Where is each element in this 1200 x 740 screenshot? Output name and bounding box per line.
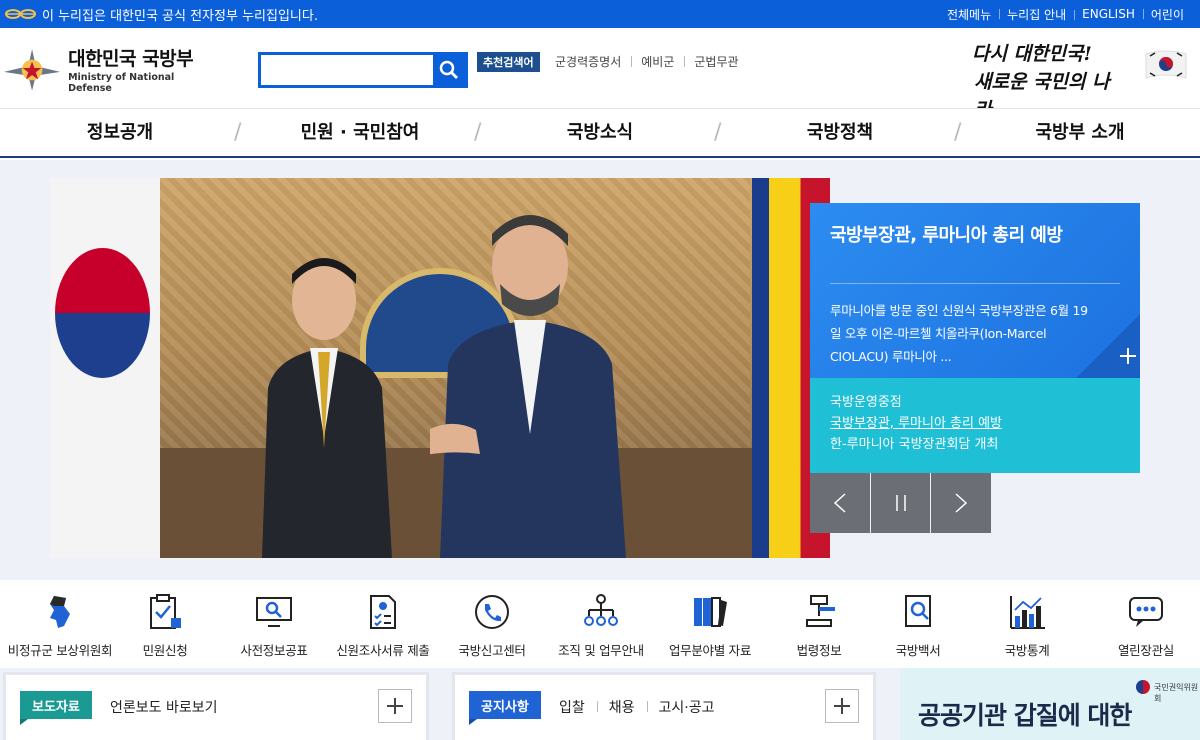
nav-defense-policy[interactable]: 국방정책 <box>714 109 960 156</box>
defense-priorities-panel: 국방운영중점 국방부장관, 루마니아 총리 예방 한-루마니아 국방장관회담 개… <box>810 378 1140 473</box>
org-chart-icon <box>584 594 618 626</box>
taegukgi-icon <box>1145 50 1187 79</box>
nav-defense-news[interactable]: 국방소식 <box>474 109 720 156</box>
search-icon <box>439 60 458 79</box>
sub-news-link[interactable]: 국방부장관, 루마니아 총리 예방 <box>830 413 1120 434</box>
prev-slide-button[interactable] <box>810 473 870 533</box>
plus-icon <box>834 698 850 714</box>
tab-notice[interactable]: 공지사항 <box>469 691 541 725</box>
quick-background-check[interactable]: 신원조사서류 제출 <box>323 592 443 659</box>
recommended-keywords: 군경력증명서 예비군 군법무관 <box>545 53 749 70</box>
mnd-logo[interactable]: 대한민국 국방부 Ministry of National Defense <box>2 42 212 96</box>
sub-category: 국방운영중점 <box>830 395 902 410</box>
headline-more-button[interactable] <box>1076 314 1140 378</box>
book-search-icon <box>905 595 931 627</box>
news-photo[interactable] <box>50 178 830 558</box>
phone-icon <box>475 595 509 629</box>
quick-white-paper[interactable]: 국방백서 <box>858 592 978 659</box>
quick-work-data[interactable]: 업무분야별 자료 <box>650 592 770 659</box>
search-box <box>258 52 468 88</box>
headline-title[interactable]: 국방부장관, 루마니아 총리 예방 <box>830 221 1063 247</box>
search-button[interactable] <box>433 55 465 85</box>
chevron-right-icon <box>955 493 968 513</box>
slide-controls <box>810 473 992 533</box>
utility-links: 전체메뉴 누리집 안내 ENGLISH 어린이 <box>939 0 1192 28</box>
gov-emblem-icon <box>4 7 38 21</box>
tab-bidding[interactable]: 입찰 <box>559 697 597 717</box>
quick-irregular-compensation[interactable]: 비정규군 보상위원회 <box>0 592 120 659</box>
quick-organization[interactable]: 조직 및 업무안내 <box>541 592 661 659</box>
korea-map-icon <box>50 596 70 628</box>
next-slide-button[interactable] <box>931 473 992 533</box>
banner-org: 국민권익위원회 <box>1154 683 1199 703</box>
tab-announcement[interactable]: 고시·공고 <box>646 697 727 717</box>
quick-report-center[interactable]: 국방신고센터 <box>432 592 552 659</box>
binders-icon <box>694 597 727 627</box>
gov-banner-text: 이 누리집은 대한민국 공식 전자정부 누리집입니다. <box>42 8 318 24</box>
notice-category-links: 입찰 채용 고시·공고 <box>559 697 727 717</box>
keyword-link[interactable]: 군법무관 <box>684 53 748 70</box>
monitor-search-icon <box>256 597 292 627</box>
acrc-seal-icon <box>1136 680 1150 694</box>
plus-icon <box>387 698 403 714</box>
chat-bubble-icon <box>1129 597 1163 627</box>
link-all-menu[interactable]: 전체메뉴 <box>939 6 999 23</box>
gov-official-banner: 이 누리집은 대한민국 공식 전자정부 누리집입니다. 전체메뉴 누리집 안내 … <box>0 0 1200 28</box>
logo-korean: 대한민국 국방부 <box>68 48 194 70</box>
sub-news-link[interactable]: 한-루마니아 국방장관회담 개최 <box>830 434 1120 455</box>
tab-recruitment[interactable]: 채용 <box>596 697 647 717</box>
notice-more-button[interactable] <box>825 689 859 723</box>
press-coverage-link[interactable]: 언론보도 바로보기 <box>110 697 218 717</box>
banner-text: 공공기관 갑질에 대한 <box>918 701 1132 730</box>
nav-civil-participation[interactable]: 민원 · 국민참여 <box>234 109 480 156</box>
quick-menu: 비정규군 보상위원회 민원신청 사전정보공표 신원조사서류 제출 국방신고센터 … <box>0 580 1200 668</box>
notice-board: 공지사항 입찰 채용 고시·공고 <box>452 672 876 740</box>
link-kids[interactable]: 어린이 <box>1142 6 1192 23</box>
bar-chart-icon <box>1010 596 1045 629</box>
link-english[interactable]: ENGLISH <box>1074 7 1143 21</box>
gavel-icon <box>806 595 835 627</box>
logo-english: Ministry of National Defense <box>68 72 175 94</box>
person-prime-minister-figure <box>430 215 626 558</box>
government-slogan: 다시 대한민국! 새로운 국민의 나라 <box>972 40 1122 121</box>
link-site-guide[interactable]: 누리집 안내 <box>999 6 1074 23</box>
press-release-board: 보도자료 언론보도 바로보기 <box>3 672 429 740</box>
main-navigation: 정보공개 민원 · 국민참여 국방소식 국방정책 국방부 소개 <box>0 108 1200 158</box>
headline-summary: 루마니아를 방문 중인 신원식 국방부장관은 6월 19일 오후 이온-마르첼 … <box>830 303 1088 364</box>
keyword-link[interactable]: 예비군 <box>631 53 684 70</box>
slogan-line-1: 다시 대한민국! <box>972 43 1092 65</box>
quick-civil-application[interactable]: 민원신청 <box>105 592 225 659</box>
clipboard-check-icon <box>150 594 181 629</box>
recommended-keywords-label: 추천검색어 <box>477 52 540 72</box>
keyword-link[interactable]: 군경력증명서 <box>545 53 631 70</box>
mnd-emblem-icon <box>3 49 61 91</box>
pause-icon <box>895 495 906 511</box>
tab-press-release[interactable]: 보도자료 <box>20 691 92 725</box>
pause-slide-button[interactable] <box>870 473 931 533</box>
site-header: 대한민국 국방부 Ministry of National Defense 추천… <box>0 28 1200 121</box>
search-input[interactable] <box>261 55 433 85</box>
quick-prior-disclosure[interactable]: 사전정보공표 <box>214 592 334 659</box>
headline-news-panel[interactable]: 국방부장관, 루마니아 총리 예방 루마니아를 방문 중인 신원식 국방부장관은… <box>810 203 1140 378</box>
quick-open-minister[interactable]: 열린장관실 <box>1086 592 1200 659</box>
quick-statistics[interactable]: 국방통계 <box>967 592 1087 659</box>
chevron-left-icon <box>833 493 846 513</box>
person-minister-figure <box>262 258 392 558</box>
document-check-icon <box>370 595 396 629</box>
nav-info-disclosure[interactable]: 정보공개 <box>0 109 240 156</box>
anti-abuse-campaign-banner[interactable]: 국민권익위원회 공공기관 갑질에 대한 <box>900 668 1200 740</box>
nav-about-mnd[interactable]: 국방부 소개 <box>954 109 1200 156</box>
press-more-button[interactable] <box>378 689 412 723</box>
